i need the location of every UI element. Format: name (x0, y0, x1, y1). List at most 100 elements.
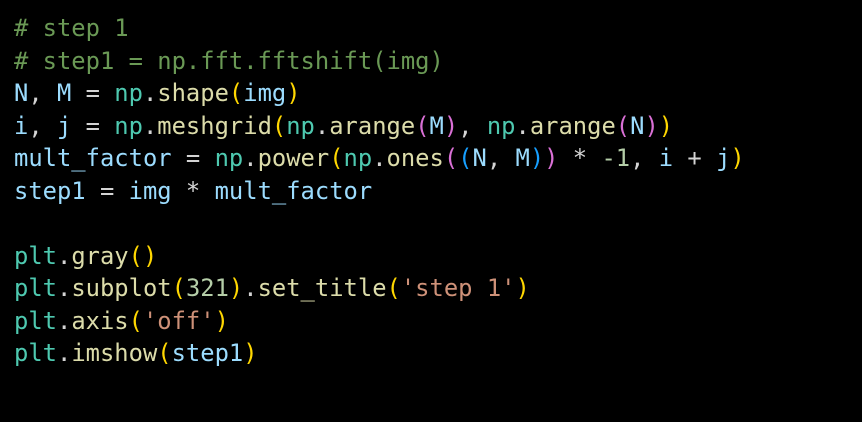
bracket-token: ( (271, 111, 287, 140)
variable-token: N (630, 111, 645, 140)
variable-token: M (56, 79, 72, 107)
code-line[interactable]: mult_factor = np.power(np.ones((N, M)) *… (14, 142, 862, 175)
module-token: plt (14, 241, 57, 270)
number-token: -1 (601, 144, 631, 172)
variable-token: i (14, 111, 29, 140)
comment-token: # step1 = np.fft.fftshift(img) (14, 46, 444, 75)
variable-token: N (14, 79, 29, 107)
operator-token: . (515, 111, 530, 140)
bracket-token: ( (228, 79, 244, 107)
operator-token: , (28, 79, 57, 107)
operator-token: * (558, 144, 602, 172)
operator-token: * (171, 176, 215, 205)
bracket-token: ) (443, 111, 459, 140)
module-token: np (114, 111, 143, 140)
module-token: np (286, 111, 315, 140)
code-line[interactable]: plt.imshow(step1) (14, 337, 862, 370)
operator-token: . (56, 241, 72, 270)
code-line[interactable]: plt.gray() (14, 240, 862, 273)
variable-token: i (658, 144, 674, 172)
operator-token: . (56, 306, 72, 335)
operator-token: . (142, 79, 158, 107)
code-line[interactable]: N, M = np.shape(img) (14, 77, 862, 110)
bracket-token: ( (157, 339, 172, 367)
variable-token: j (716, 144, 731, 172)
operator-token: . (56, 274, 72, 302)
function-token: arange (529, 111, 616, 140)
bracket-token: ) (644, 111, 659, 140)
bracket-token: ) (214, 306, 229, 335)
bracket-token: ) (544, 144, 559, 172)
bracket-token: ( (458, 144, 473, 172)
bracket-token: ( (443, 144, 459, 172)
variable-token: j (56, 111, 72, 140)
bracket-token: ( (329, 144, 344, 172)
function-token: ones (386, 144, 444, 172)
bracket-token: ( (171, 274, 186, 302)
bracket-token: ) (730, 144, 745, 172)
operator-token: , (458, 111, 487, 140)
variable-token: M (515, 144, 530, 172)
number-token: 321 (185, 274, 229, 302)
operator-token: . (56, 339, 72, 367)
module-token: np (214, 144, 244, 172)
variable-token: step1 (171, 339, 244, 367)
operator-token: . (314, 111, 330, 140)
module-token: np (343, 144, 373, 172)
module-token: np (114, 79, 143, 107)
bracket-token: ) (142, 241, 158, 270)
code-editor[interactable]: # step 1 # step1 = np.fft.fftshift(img) N,… (14, 12, 862, 370)
variable-token: img (243, 79, 287, 107)
variable-token: M (429, 111, 444, 140)
operator-token: = (171, 144, 215, 172)
function-token: shape (157, 79, 229, 107)
variable-token: mult_factor (14, 144, 172, 172)
bracket-token: ( (615, 111, 631, 140)
operator-token: = (71, 79, 115, 107)
operator-token: . (243, 274, 258, 302)
bracket-token: ( (128, 306, 143, 335)
operator-token: + (673, 144, 717, 172)
bracket-token: ) (286, 79, 301, 107)
bracket-token: ) (228, 274, 244, 302)
bracket-token: ) (658, 111, 674, 140)
operator-token: . (243, 144, 258, 172)
bracket-token: ) (515, 274, 530, 302)
operator-token: . (372, 144, 387, 172)
variable-token: step1 (14, 176, 86, 205)
variable-token: mult_factor (214, 176, 373, 205)
operator-token: , (630, 144, 659, 172)
string-token: 'off' (142, 306, 215, 335)
operator-token: , (28, 111, 57, 140)
operator-token: = (85, 176, 129, 205)
module-token: np (486, 111, 516, 140)
code-line[interactable]: i, j = np.meshgrid(np.arange(M), np.aran… (14, 110, 862, 143)
function-token: meshgrid (157, 111, 272, 140)
bracket-token: ) (529, 144, 545, 172)
bracket-token: ( (415, 111, 430, 140)
comment-token: # step 1 (14, 14, 129, 42)
function-token: arange (329, 111, 416, 140)
bracket-token: ) (243, 339, 258, 367)
function-token: subplot (71, 274, 172, 302)
function-token: set_title (257, 274, 387, 302)
code-line[interactable]: step1 = img * mult_factor (14, 175, 862, 208)
operator-token: = (71, 111, 115, 140)
code-line[interactable]: plt.axis('off') (14, 305, 862, 338)
code-line[interactable]: # step 1 (14, 12, 862, 45)
string-token: 'step 1' (400, 274, 516, 302)
code-line[interactable]: # step1 = np.fft.fftshift(img) (14, 45, 862, 78)
operator-token: . (142, 111, 158, 140)
module-token: plt (14, 274, 57, 302)
function-token: imshow (71, 339, 158, 367)
code-line[interactable]: plt.subplot(321).set_title('step 1') (14, 272, 862, 305)
function-token: gray (71, 241, 129, 270)
module-token: plt (14, 339, 57, 367)
function-token: axis (71, 306, 129, 335)
code-line[interactable] (14, 207, 862, 240)
operator-token: , (486, 144, 516, 172)
variable-token: img (128, 176, 172, 205)
bracket-token: ( (128, 241, 143, 270)
bracket-token: ( (386, 274, 401, 302)
module-token: plt (14, 306, 57, 335)
